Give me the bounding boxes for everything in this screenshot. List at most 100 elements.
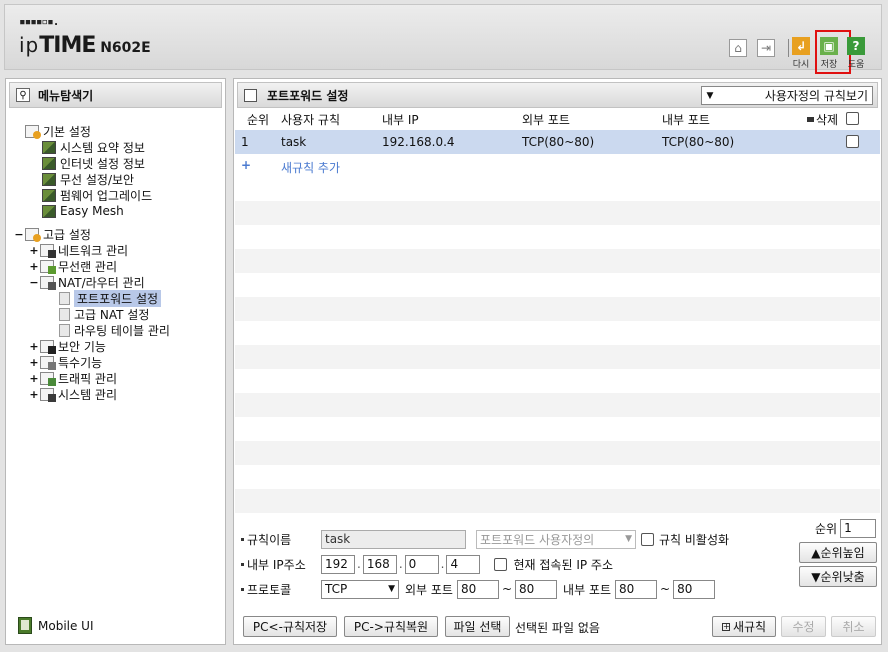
collapse-icon[interactable]: −: [13, 228, 25, 241]
pc-save-rules-button[interactable]: PC<-규칙저장: [243, 616, 337, 637]
protocol-select[interactable]: TCP ▼: [321, 579, 399, 599]
logout-icon[interactable]: ⇥: [757, 39, 775, 57]
disable-rule-checkbox[interactable]: [641, 532, 654, 546]
tree-special[interactable]: + 특수기능: [28, 354, 102, 370]
add-rule-label: 새규칙 추가: [281, 161, 341, 175]
home-icon[interactable]: ⌂: [729, 39, 747, 57]
tree-traffic[interactable]: + 트래픽 관리: [28, 370, 117, 386]
pc-restore-rules-button[interactable]: PC->규칙복원: [344, 616, 438, 637]
priority-row: 순위 1: [815, 518, 877, 538]
system-folder-icon: [40, 387, 56, 402]
bullet-icon: [241, 537, 244, 541]
internal-port-from[interactable]: 80: [615, 579, 658, 599]
rule-type-select[interactable]: 포트포워드 사용자정의 ▼: [476, 529, 636, 549]
priority-down-button[interactable]: ▼순위낮춤: [799, 566, 877, 587]
mobile-ui-link[interactable]: Mobile UI: [18, 617, 94, 634]
add-rule-row[interactable]: + 새규칙 추가: [235, 155, 880, 177]
lock-folder-icon: [40, 339, 56, 354]
rule-view-select[interactable]: ▼ 사용자정의 규칙보기: [701, 86, 873, 105]
tree-item-advanced-nat[interactable]: 고급 NAT 설정: [59, 306, 149, 322]
tree-wireless-management[interactable]: + 무선랜 관리: [28, 258, 117, 274]
ip-dot: .: [440, 557, 445, 571]
tree-item-routing-table[interactable]: 라우팅 테이블 관리: [59, 322, 170, 338]
rule-name-row: 규칙이름 task 포트포워드 사용자정의 ▼ 규칙 비활성화: [241, 529, 729, 549]
internal-port-to[interactable]: 80: [673, 579, 716, 599]
empty-row: [235, 489, 880, 513]
ip-octet-2[interactable]: 168: [362, 554, 397, 574]
tree-label: 포트포워드 설정: [74, 289, 162, 307]
tree-nat-router[interactable]: − NAT/라우터 관리: [28, 274, 145, 290]
current-ip-checkbox[interactable]: [494, 557, 508, 571]
tree-basic-settings[interactable]: 기본 설정: [25, 123, 91, 139]
rule-name-input[interactable]: task: [321, 529, 466, 549]
router-folder-icon: [40, 275, 56, 290]
row-internal-port: TCP(80~80): [662, 135, 735, 149]
ip-octet-1[interactable]: 192: [321, 554, 355, 574]
tree-label: 시스템 관리: [58, 387, 118, 402]
minus-icon: [807, 116, 814, 122]
bullet-icon: [241, 587, 244, 591]
tree-label: 고급 NAT 설정: [74, 307, 150, 322]
tree-network-management[interactable]: + 네트워크 관리: [28, 242, 128, 258]
expand-icon[interactable]: +: [28, 340, 40, 353]
priority-input[interactable]: 1: [840, 518, 877, 538]
settings-folder-icon: [25, 124, 41, 139]
external-port-to[interactable]: 80: [515, 579, 558, 599]
ip-octet-4[interactable]: 4: [446, 554, 481, 574]
expand-icon[interactable]: +: [28, 244, 40, 257]
internal-ip-label: 내부 IP주소: [247, 557, 306, 572]
priority-up-button[interactable]: ▲순위높임: [799, 542, 877, 563]
reload-button[interactable]: ↲ 다시: [791, 37, 811, 70]
tree-item-port-forward[interactable]: 포트포워드 설정: [59, 289, 162, 307]
tree-label: 특수기능: [58, 355, 103, 370]
protocol-value: TCP: [325, 582, 348, 596]
expand-icon[interactable]: +: [28, 372, 40, 385]
tree-item-internet-info[interactable]: 인터넷 설정 정보: [42, 155, 145, 171]
ip-octet-3[interactable]: 0: [404, 554, 439, 574]
modify-button[interactable]: 수정: [781, 616, 826, 637]
cancel-button[interactable]: 취소: [831, 616, 876, 637]
tree-item-firmware-upgrade[interactable]: 펌웨어 업그레이드: [42, 187, 152, 203]
current-ip-label: 현재 접속된 IP 주소: [513, 557, 613, 572]
rule-name-label: 규칙이름: [247, 532, 292, 547]
wifi-folder-icon: [40, 259, 56, 274]
row-delete-checkbox[interactable]: [846, 135, 859, 148]
internal-port-label: 내부 포트: [563, 582, 612, 597]
rule-edit-form: 규칙이름 task 포트포워드 사용자정의 ▼ 규칙 비활성화 내부 IP주소 …: [235, 513, 880, 643]
tree-item-easy-mesh[interactable]: Easy Mesh: [42, 203, 124, 219]
external-port-from[interactable]: 80: [456, 579, 499, 599]
tree-advanced-settings[interactable]: − 고급 설정: [13, 226, 91, 242]
chart-icon: [42, 140, 56, 154]
tree-item-wireless-security[interactable]: 무선 설정/보안: [42, 171, 134, 187]
col-external-port: 외부 포트: [522, 112, 570, 127]
chevron-down-icon: ▼: [388, 584, 395, 594]
page-title: 포트포워드 설정: [267, 88, 349, 103]
collapse-icon[interactable]: −: [28, 276, 40, 289]
network-folder-icon: [40, 243, 56, 258]
range-tilde: ~: [660, 582, 671, 596]
tree-label: 라우팅 테이블 관리: [74, 323, 170, 338]
expand-icon[interactable]: +: [28, 356, 40, 369]
tree-system[interactable]: + 시스템 관리: [28, 386, 117, 402]
expand-icon[interactable]: +: [28, 260, 40, 273]
bullet-icon: [241, 562, 244, 566]
tree-item-system-summary[interactable]: 시스템 요약 정보: [42, 139, 145, 155]
new-rule-button[interactable]: + 새규칙: [712, 616, 776, 637]
file-select-button[interactable]: 파일 선택: [445, 616, 510, 637]
help-button[interactable]: ? 도움: [846, 37, 866, 70]
tree-security[interactable]: + 보안 기능: [28, 338, 106, 354]
tree-label: 네트워크 관리: [58, 243, 129, 258]
expand-icon[interactable]: +: [28, 388, 40, 401]
col-order: 순위: [247, 112, 270, 127]
add-plus-icon: +: [241, 158, 252, 172]
help-icon: ?: [847, 37, 865, 55]
toolbar-divider: [788, 39, 789, 57]
magnifier-icon: ⚲: [16, 88, 30, 102]
col-delete-label: 삭제: [816, 112, 839, 127]
tree-label: 인터넷 설정 정보: [60, 156, 145, 171]
table-row[interactable]: 1 task 192.168.0.4 TCP(80~80) TCP(80~80): [235, 130, 880, 154]
select-all-checkbox[interactable]: [846, 112, 859, 125]
ip-dot: .: [357, 557, 361, 571]
port-forward-panel: 포트포워드 설정 ▼ 사용자정의 규칙보기 순위 사용자 규칙 내부 IP 외부…: [233, 78, 882, 645]
mobile-ui-label: Mobile UI: [38, 618, 94, 633]
